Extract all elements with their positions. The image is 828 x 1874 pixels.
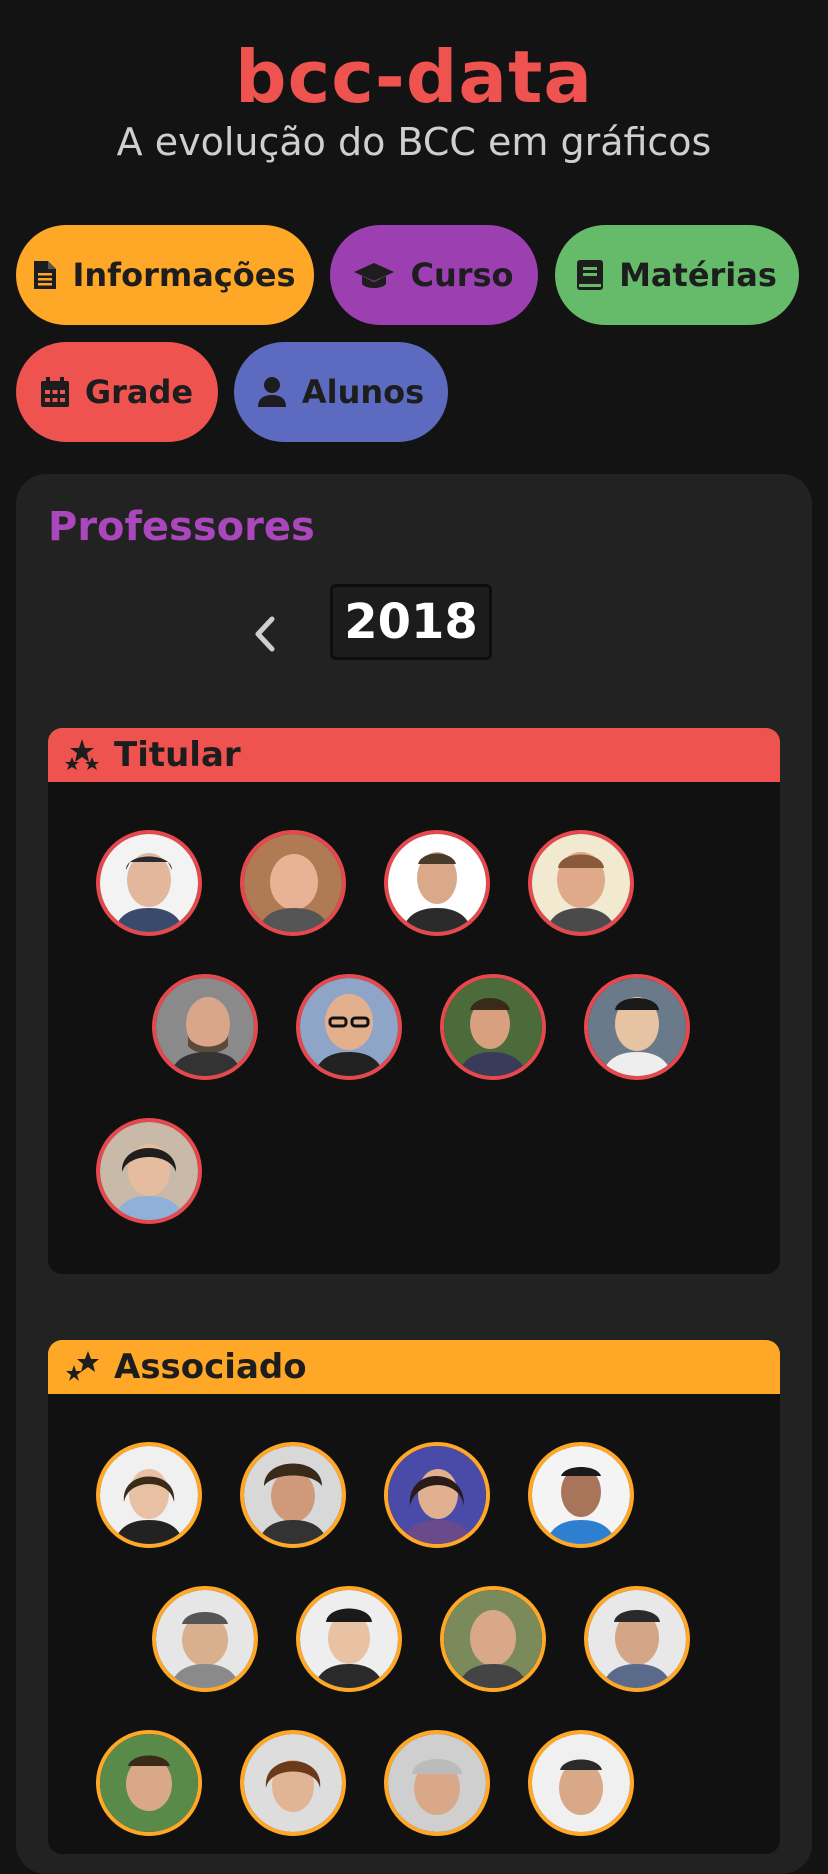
professor-avatar[interactable] [152,974,258,1080]
user-icon [257,377,286,407]
nav-label: Informações [72,256,296,294]
avatar-grid [48,782,780,1274]
group-name: Titular [114,735,241,775]
professor-avatar[interactable] [152,1586,258,1692]
nav-grade-button[interactable]: Grade [16,342,218,442]
file-icon [34,261,57,289]
professor-avatar[interactable] [240,830,346,936]
chevron-left-icon [255,616,275,652]
stars-icon [65,739,99,770]
group-header-titular: Titular [48,728,780,782]
nav-informacoes-button[interactable]: Informações [16,225,314,325]
professor-avatar[interactable] [96,1118,202,1224]
group-associado: Associado [48,1340,780,1854]
professor-avatar[interactable] [96,1442,202,1548]
graduation-cap-icon [354,263,395,288]
stars-icon [66,1351,99,1381]
nav-materias-button[interactable]: Matérias [555,225,799,325]
professor-avatar[interactable] [384,830,490,936]
group-header-associado: Associado [48,1340,780,1394]
app-subtitle: A evolução do BCC em gráficos [116,120,712,164]
professor-avatar[interactable] [528,830,634,936]
app-title: bcc-data [235,35,593,119]
professor-avatar[interactable] [528,1730,634,1836]
nav-label: Matérias [619,256,777,294]
nav-label: Alunos [301,373,425,411]
professor-avatar[interactable] [440,974,546,1080]
section-title: Professores [48,504,315,550]
group-titular: Titular [48,728,780,1274]
calendar-icon [40,377,69,407]
professor-avatar[interactable] [440,1586,546,1692]
professor-avatar[interactable] [384,1730,490,1836]
professor-avatar[interactable] [240,1442,346,1548]
nav-label: Grade [84,373,194,411]
header: bcc-data A evolução do BCC em gráficos [0,0,828,164]
professor-avatar[interactable] [384,1442,490,1548]
professor-avatar[interactable] [240,1730,346,1836]
nav-label: Curso [410,256,514,294]
professor-avatar[interactable] [96,830,202,936]
professores-panel: Professores 2018 Titular Associado [16,474,812,1874]
professor-avatar[interactable] [296,974,402,1080]
year-display: 2018 [330,584,492,660]
professor-avatar[interactable] [528,1442,634,1548]
professor-avatar[interactable] [584,1586,690,1692]
avatar-grid [48,1394,780,1854]
prev-year-button[interactable] [234,604,294,664]
nav-alunos-button[interactable]: Alunos [234,342,448,442]
professor-avatar[interactable] [96,1730,202,1836]
nav-curso-button[interactable]: Curso [330,225,538,325]
book-icon [577,260,604,290]
professor-avatar[interactable] [584,974,690,1080]
professor-avatar[interactable] [296,1586,402,1692]
group-name: Associado [114,1347,307,1387]
